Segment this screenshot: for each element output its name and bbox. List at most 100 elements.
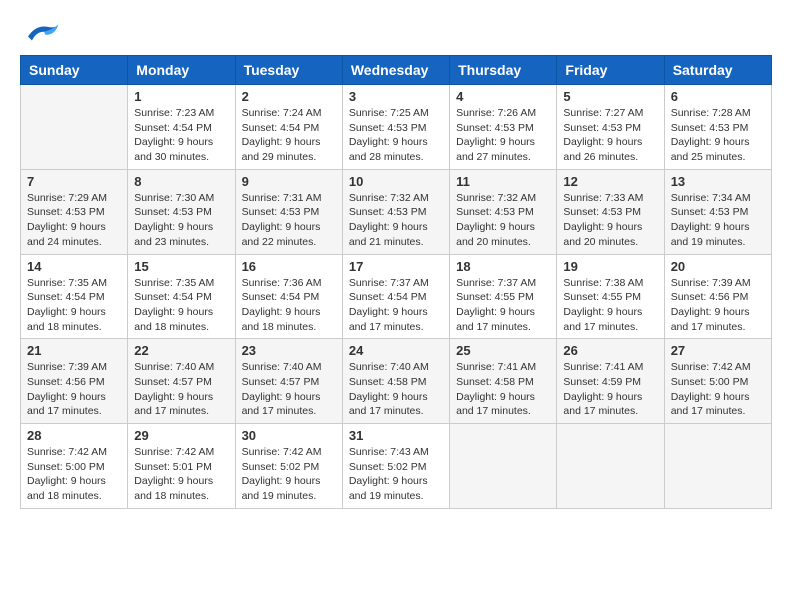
day-number: 5: [563, 89, 657, 104]
day-number: 3: [349, 89, 443, 104]
day-number: 15: [134, 259, 228, 274]
day-number: 9: [242, 174, 336, 189]
day-info: Sunrise: 7:35 AMSunset: 4:54 PMDaylight:…: [134, 276, 228, 335]
day-number: 27: [671, 343, 765, 358]
calendar-week-row: 28 Sunrise: 7:42 AMSunset: 5:00 PMDayligh…: [21, 424, 772, 509]
calendar-cell: 29 Sunrise: 7:42 AMSunset: 5:01 PMDayligh…: [128, 424, 235, 509]
day-of-week-header: Saturday: [664, 56, 771, 85]
calendar-cell: 10 Sunrise: 7:32 AMSunset: 4:53 PMDayligh…: [342, 169, 449, 254]
day-of-week-header: Friday: [557, 56, 664, 85]
day-info: Sunrise: 7:38 AMSunset: 4:55 PMDaylight:…: [563, 276, 657, 335]
day-info: Sunrise: 7:24 AMSunset: 4:54 PMDaylight:…: [242, 106, 336, 165]
calendar-header-row: SundayMondayTuesdayWednesdayThursdayFrid…: [21, 56, 772, 85]
day-info: Sunrise: 7:31 AMSunset: 4:53 PMDaylight:…: [242, 191, 336, 250]
calendar-cell: 23 Sunrise: 7:40 AMSunset: 4:57 PMDayligh…: [235, 339, 342, 424]
day-number: 24: [349, 343, 443, 358]
calendar-cell: 7 Sunrise: 7:29 AMSunset: 4:53 PMDaylight…: [21, 169, 128, 254]
day-of-week-header: Sunday: [21, 56, 128, 85]
day-info: Sunrise: 7:39 AMSunset: 4:56 PMDaylight:…: [27, 360, 121, 419]
day-info: Sunrise: 7:42 AMSunset: 5:00 PMDaylight:…: [27, 445, 121, 504]
day-info: Sunrise: 7:27 AMSunset: 4:53 PMDaylight:…: [563, 106, 657, 165]
calendar-cell: 18 Sunrise: 7:37 AMSunset: 4:55 PMDayligh…: [450, 254, 557, 339]
day-info: Sunrise: 7:25 AMSunset: 4:53 PMDaylight:…: [349, 106, 443, 165]
day-info: Sunrise: 7:40 AMSunset: 4:57 PMDaylight:…: [134, 360, 228, 419]
day-number: 12: [563, 174, 657, 189]
calendar-table: SundayMondayTuesdayWednesdayThursdayFrid…: [20, 55, 772, 509]
calendar-cell: 13 Sunrise: 7:34 AMSunset: 4:53 PMDayligh…: [664, 169, 771, 254]
day-info: Sunrise: 7:37 AMSunset: 4:55 PMDaylight:…: [456, 276, 550, 335]
calendar-cell: 22 Sunrise: 7:40 AMSunset: 4:57 PMDayligh…: [128, 339, 235, 424]
day-info: Sunrise: 7:41 AMSunset: 4:59 PMDaylight:…: [563, 360, 657, 419]
day-number: 1: [134, 89, 228, 104]
day-number: 22: [134, 343, 228, 358]
day-info: Sunrise: 7:26 AMSunset: 4:53 PMDaylight:…: [456, 106, 550, 165]
calendar-cell: 28 Sunrise: 7:42 AMSunset: 5:00 PMDayligh…: [21, 424, 128, 509]
day-info: Sunrise: 7:29 AMSunset: 4:53 PMDaylight:…: [27, 191, 121, 250]
day-number: 17: [349, 259, 443, 274]
day-number: 21: [27, 343, 121, 358]
day-info: Sunrise: 7:32 AMSunset: 4:53 PMDaylight:…: [456, 191, 550, 250]
day-number: 10: [349, 174, 443, 189]
calendar-cell: 2 Sunrise: 7:24 AMSunset: 4:54 PMDaylight…: [235, 85, 342, 170]
calendar-cell: 14Sunrise: 7:35 AMSunset: 4:54 PMDayligh…: [21, 254, 128, 339]
logo: [20, 20, 64, 45]
day-number: 28: [27, 428, 121, 443]
calendar-cell: 11 Sunrise: 7:32 AMSunset: 4:53 PMDayligh…: [450, 169, 557, 254]
day-info: Sunrise: 7:39 AMSunset: 4:56 PMDaylight:…: [671, 276, 765, 335]
day-number: 20: [671, 259, 765, 274]
day-number: 2: [242, 89, 336, 104]
day-info: Sunrise: 7:42 AMSunset: 5:02 PMDaylight:…: [242, 445, 336, 504]
day-info: Sunrise: 7:28 AMSunset: 4:53 PMDaylight:…: [671, 106, 765, 165]
calendar-cell: 21 Sunrise: 7:39 AMSunset: 4:56 PMDayligh…: [21, 339, 128, 424]
calendar-cell: 27 Sunrise: 7:42 AMSunset: 5:00 PMDayligh…: [664, 339, 771, 424]
calendar-cell: 19Sunrise: 7:38 AMSunset: 4:55 PMDayligh…: [557, 254, 664, 339]
day-number: 11: [456, 174, 550, 189]
calendar-cell: 25Sunrise: 7:41 AMSunset: 4:58 PMDayligh…: [450, 339, 557, 424]
day-number: 29: [134, 428, 228, 443]
calendar-cell: [664, 424, 771, 509]
day-number: 4: [456, 89, 550, 104]
day-of-week-header: Thursday: [450, 56, 557, 85]
calendar-cell: 17Sunrise: 7:37 AMSunset: 4:54 PMDayligh…: [342, 254, 449, 339]
day-of-week-header: Monday: [128, 56, 235, 85]
day-info: Sunrise: 7:40 AMSunset: 4:58 PMDaylight:…: [349, 360, 443, 419]
calendar-cell: 3 Sunrise: 7:25 AMSunset: 4:53 PMDaylight…: [342, 85, 449, 170]
day-number: 7: [27, 174, 121, 189]
day-of-week-header: Tuesday: [235, 56, 342, 85]
day-number: 23: [242, 343, 336, 358]
day-info: Sunrise: 7:43 AMSunset: 5:02 PMDaylight:…: [349, 445, 443, 504]
day-number: 26: [563, 343, 657, 358]
calendar-cell: 6Sunrise: 7:28 AMSunset: 4:53 PMDaylight…: [664, 85, 771, 170]
day-info: Sunrise: 7:40 AMSunset: 4:57 PMDaylight:…: [242, 360, 336, 419]
logo-bird-icon: [20, 20, 60, 45]
day-number: 30: [242, 428, 336, 443]
calendar-cell: 8Sunrise: 7:30 AMSunset: 4:53 PMDaylight…: [128, 169, 235, 254]
day-info: Sunrise: 7:33 AMSunset: 4:53 PMDaylight:…: [563, 191, 657, 250]
calendar-cell: 24 Sunrise: 7:40 AMSunset: 4:58 PMDayligh…: [342, 339, 449, 424]
day-info: Sunrise: 7:36 AMSunset: 4:54 PMDaylight:…: [242, 276, 336, 335]
day-info: Sunrise: 7:32 AMSunset: 4:53 PMDaylight:…: [349, 191, 443, 250]
calendar-cell: 9 Sunrise: 7:31 AMSunset: 4:53 PMDaylight…: [235, 169, 342, 254]
day-number: 16: [242, 259, 336, 274]
calendar-cell: [450, 424, 557, 509]
calendar-cell: [21, 85, 128, 170]
page-header: [20, 20, 772, 45]
day-info: Sunrise: 7:23 AMSunset: 4:54 PMDaylight:…: [134, 106, 228, 165]
day-info: Sunrise: 7:35 AMSunset: 4:54 PMDaylight:…: [27, 276, 121, 335]
calendar-cell: 31 Sunrise: 7:43 AMSunset: 5:02 PMDayligh…: [342, 424, 449, 509]
day-number: 31: [349, 428, 443, 443]
day-info: Sunrise: 7:42 AMSunset: 5:00 PMDaylight:…: [671, 360, 765, 419]
day-info: Sunrise: 7:30 AMSunset: 4:53 PMDaylight:…: [134, 191, 228, 250]
calendar-week-row: 1 Sunrise: 7:23 AMSunset: 4:54 PMDaylight…: [21, 85, 772, 170]
day-number: 13: [671, 174, 765, 189]
day-info: Sunrise: 7:34 AMSunset: 4:53 PMDaylight:…: [671, 191, 765, 250]
calendar-cell: 16 Sunrise: 7:36 AMSunset: 4:54 PMDayligh…: [235, 254, 342, 339]
calendar-week-row: 7 Sunrise: 7:29 AMSunset: 4:53 PMDaylight…: [21, 169, 772, 254]
calendar-cell: 20 Sunrise: 7:39 AMSunset: 4:56 PMDayligh…: [664, 254, 771, 339]
calendar-cell: 4 Sunrise: 7:26 AMSunset: 4:53 PMDaylight…: [450, 85, 557, 170]
day-number: 18: [456, 259, 550, 274]
day-info: Sunrise: 7:42 AMSunset: 5:01 PMDaylight:…: [134, 445, 228, 504]
day-of-week-header: Wednesday: [342, 56, 449, 85]
calendar-week-row: 14Sunrise: 7:35 AMSunset: 4:54 PMDayligh…: [21, 254, 772, 339]
day-info: Sunrise: 7:41 AMSunset: 4:58 PMDaylight:…: [456, 360, 550, 419]
